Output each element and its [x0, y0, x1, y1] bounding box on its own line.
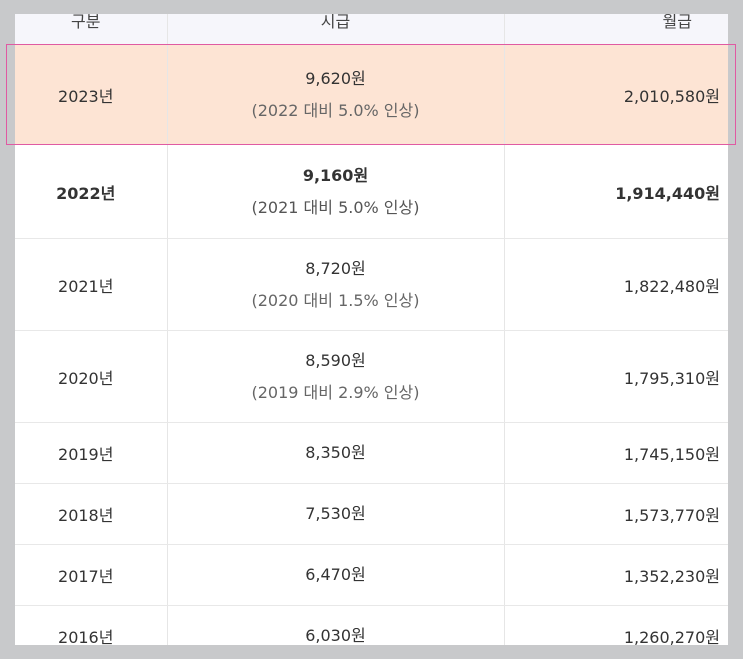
table-row: 2019년 8,350원 1,745,150원: [15, 422, 728, 484]
hourly-value: 8,720원: [305, 258, 366, 278]
row-hourly-wage: 6,030원: [167, 605, 505, 645]
row-year: 2019년: [15, 422, 168, 484]
row-year: 2020년: [15, 330, 168, 423]
row-hourly-wage: 9,620원 (2022 대비 5.0% 인상): [167, 44, 505, 145]
row-year: 2022년: [15, 144, 168, 239]
row-monthly-wage: 1,914,440원: [504, 144, 728, 239]
row-hourly-wage: 9,160원 (2021 대비 5.0% 인상): [167, 144, 505, 239]
row-year: 2018년: [15, 483, 168, 545]
row-hourly-wage: 8,350원: [167, 422, 505, 484]
table-row: 2023년 9,620원 (2022 대비 5.0% 인상) 2,010,580…: [15, 44, 728, 145]
row-monthly-wage: 2,010,580원: [504, 44, 728, 145]
increase-note: (2020 대비 1.5% 인상): [251, 290, 420, 310]
increase-note: (2021 대비 5.0% 인상): [251, 197, 420, 217]
hourly-value: 8,590원: [305, 350, 366, 370]
row-year: 2017년: [15, 544, 168, 606]
row-monthly-wage: 1,260,270원: [504, 605, 728, 645]
increase-note: (2019 대비 2.9% 인상): [251, 382, 420, 402]
row-monthly-wage: 1,822,480원: [504, 238, 728, 331]
row-monthly-wage: 1,795,310원: [504, 330, 728, 423]
row-hourly-wage: 8,590원 (2019 대비 2.9% 인상): [167, 330, 505, 423]
row-monthly-wage: 1,352,230원: [504, 544, 728, 606]
row-hourly-wage: 7,530원: [167, 483, 505, 545]
row-monthly-wage: 1,573,770원: [504, 483, 728, 545]
hourly-value: 9,620원: [305, 68, 366, 88]
table-row: 2020년 8,590원 (2019 대비 2.9% 인상) 1,795,310…: [15, 330, 728, 423]
row-monthly-wage: 1,745,150원: [504, 422, 728, 484]
header-year: 구분: [15, 14, 168, 45]
table-row: 2017년 6,470원 1,352,230원: [15, 544, 728, 606]
row-year: 2016년: [15, 605, 168, 645]
table-row: 2022년 9,160원 (2021 대비 5.0% 인상) 1,914,440…: [15, 144, 728, 239]
table-row: 2016년 6,030원 1,260,270원: [15, 605, 728, 645]
header-monthly-wage: 월급: [504, 14, 728, 45]
hourly-value: 9,160원: [302, 165, 369, 185]
row-year: 2021년: [15, 238, 168, 331]
row-hourly-wage: 8,720원 (2020 대비 1.5% 인상): [167, 238, 505, 331]
row-hourly-wage: 6,470원: [167, 544, 505, 606]
row-year: 2023년: [15, 44, 168, 145]
minimum-wage-table: 구분 시급 월급 2023년 9,620원 (2022 대비 5.0% 인상) …: [15, 14, 728, 645]
header-hourly-wage: 시급: [167, 14, 505, 45]
minimum-wage-table-panel: 구분 시급 월급 2023년 9,620원 (2022 대비 5.0% 인상) …: [15, 14, 728, 645]
table-row: 2021년 8,720원 (2020 대비 1.5% 인상) 1,822,480…: [15, 238, 728, 331]
table-header-row: 구분 시급 월급: [15, 14, 728, 45]
table-row: 2018년 7,530원 1,573,770원: [15, 483, 728, 545]
increase-note: (2022 대비 5.0% 인상): [251, 100, 420, 120]
